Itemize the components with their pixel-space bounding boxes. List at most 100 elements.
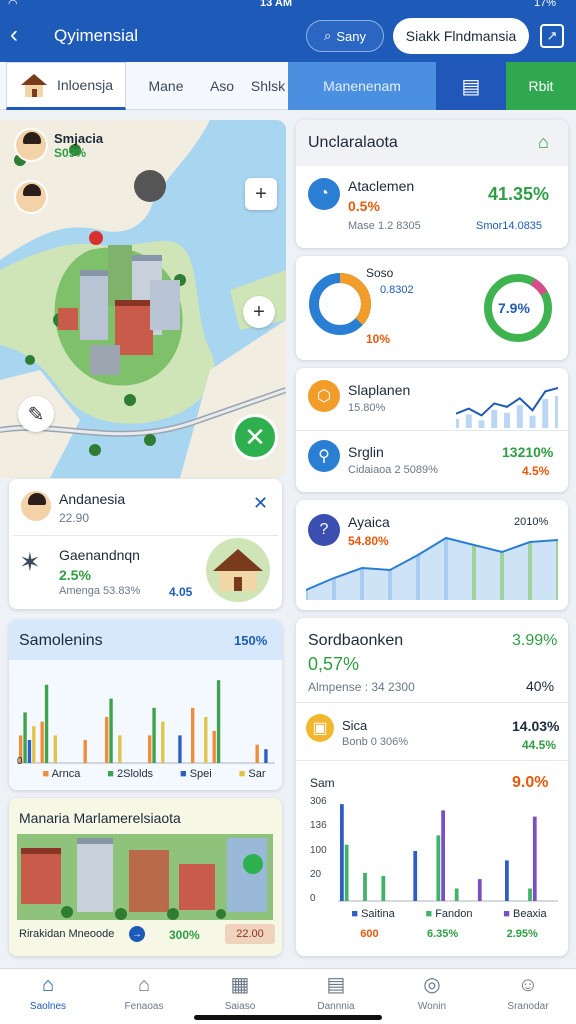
divider bbox=[296, 702, 568, 703]
footer-value: 300% bbox=[169, 928, 200, 942]
compass-icon: ◎ bbox=[423, 974, 441, 996]
nav-label: Dannnia bbox=[317, 1001, 355, 1012]
arrow-right-icon[interactable]: → bbox=[129, 926, 145, 942]
wifi-icon: ◠ bbox=[8, 0, 18, 10]
sparkline-bar bbox=[478, 420, 485, 428]
chart-bar bbox=[32, 726, 36, 763]
page-title: Qyimensial bbox=[54, 26, 139, 45]
tab-manenenam[interactable]: Manenenam bbox=[288, 62, 436, 110]
city-card[interactable]: Manaria Marlamerelsiaota Rirakidan Mneoo… bbox=[9, 798, 282, 956]
sparkline-bar bbox=[504, 412, 510, 428]
subtitle-value: 40% bbox=[526, 678, 555, 694]
legend-item: ■ Arnca bbox=[42, 768, 81, 780]
tab-calendar[interactable]: ▤ bbox=[436, 62, 506, 110]
chart-bar bbox=[191, 707, 195, 763]
user-name: Smjacia bbox=[54, 130, 104, 146]
row-pct: 0.5% bbox=[348, 198, 380, 214]
row-name: Sica bbox=[342, 718, 368, 733]
divider bbox=[296, 760, 568, 761]
chart-bar bbox=[109, 698, 113, 763]
search-button[interactable]: ⌕ Sany bbox=[306, 20, 384, 52]
avatar[interactable] bbox=[14, 180, 48, 214]
row-sub: Cidaiaoa 2 5089% bbox=[348, 464, 438, 476]
nav-label: Sranodar bbox=[507, 1001, 549, 1012]
home-icon: ⌂ bbox=[41, 974, 55, 996]
nav-label: Saolnes bbox=[29, 1001, 67, 1012]
row-value: 15.80% bbox=[348, 402, 386, 414]
nav-item-profile[interactable]: ☺ Sranodar bbox=[480, 973, 576, 1012]
chart-bar bbox=[204, 717, 208, 763]
home-icon[interactable]: ⌂ bbox=[538, 132, 549, 153]
y-tick: 136 bbox=[310, 820, 327, 832]
chart-title-value: 9.0% bbox=[512, 774, 549, 791]
user-value: S09% bbox=[54, 145, 87, 160]
map-view[interactable]: Smjacia S09% + + ✎ ✕ bbox=[0, 120, 286, 478]
search-label: Sany bbox=[336, 28, 366, 44]
inbox-icon: ▤ bbox=[326, 974, 346, 996]
divider bbox=[13, 535, 278, 536]
calendar-icon: ▦ bbox=[230, 974, 250, 996]
row-name: Srglin bbox=[348, 444, 384, 460]
chart-bar bbox=[83, 740, 87, 763]
legend-item: ■ Fandon bbox=[425, 908, 473, 920]
chart-legend: ■ Arnca ■ 2Slolds ■ Spei ■ Sar bbox=[29, 768, 279, 780]
navigate-icon[interactable]: ✕ bbox=[232, 414, 278, 460]
hexagon-icon: ⬡ bbox=[308, 380, 340, 412]
nav-item-inbox[interactable]: ▤ Dannnia bbox=[288, 973, 384, 1012]
tab-inloensja[interactable]: Inloensja bbox=[6, 62, 126, 110]
chart-bar bbox=[255, 744, 259, 763]
right-value: 2010% bbox=[514, 516, 549, 528]
legend-item: ■ Sar bbox=[238, 768, 266, 780]
sparkline-bar bbox=[542, 399, 549, 428]
footer-right-badge: 22.00 bbox=[225, 924, 275, 944]
chart-bar bbox=[44, 684, 49, 763]
building-icon: ⌂ bbox=[137, 974, 151, 996]
nav-item-places[interactable]: ⌂ Fenaoas bbox=[96, 973, 192, 1012]
area-bar bbox=[528, 542, 532, 600]
area-bar bbox=[306, 590, 308, 600]
tab-shlsk[interactable]: Shlsk bbox=[248, 62, 288, 110]
app-header: ‹ Qyimensial ⌕ Sany Siakk Flndmansia ↗ bbox=[0, 10, 576, 62]
card-value: 150% bbox=[234, 633, 268, 648]
add-marker-button[interactable]: + bbox=[243, 296, 275, 328]
item-sub: Amenga 53.83% bbox=[59, 585, 141, 597]
row-right-sub: 4.5% bbox=[522, 464, 550, 478]
chart-bar bbox=[381, 876, 386, 901]
value-big: 0,57% bbox=[308, 654, 360, 674]
chart-bar bbox=[216, 680, 221, 763]
edit-icon[interactable]: ✎ bbox=[18, 396, 54, 432]
nav-label: Fenaoas bbox=[124, 1001, 164, 1012]
tab-mane[interactable]: Mane bbox=[136, 62, 196, 110]
area-bar bbox=[472, 545, 476, 600]
status-time: 13 AM bbox=[260, 0, 292, 9]
footer-value: 6.35% bbox=[426, 928, 459, 940]
donut-value-1: 0.8302 bbox=[380, 284, 414, 296]
compass-icon: ✶ bbox=[19, 547, 41, 577]
sparkline-bar bbox=[491, 409, 498, 428]
map-user-card[interactable]: Smjacia S09% bbox=[14, 128, 103, 162]
tab-rbit[interactable]: Rbit bbox=[506, 62, 576, 110]
y-tick: 0 bbox=[310, 893, 316, 904]
area-bar bbox=[444, 538, 448, 600]
nav-item-explore[interactable]: ◎ Wonin bbox=[384, 973, 480, 1012]
wallet-icon: ▣ bbox=[306, 714, 334, 742]
chart-bar bbox=[454, 888, 459, 901]
tab-aso[interactable]: Aso bbox=[196, 62, 248, 110]
region-pill-button[interactable]: Siakk Flndmansia bbox=[393, 18, 529, 54]
chart-bar bbox=[161, 721, 165, 763]
sparkline-chart bbox=[456, 387, 558, 428]
close-icon[interactable]: ✕ bbox=[253, 493, 268, 514]
nav-item-reports[interactable]: ▦ Saiaso bbox=[192, 973, 288, 1012]
item-value: 2.5% bbox=[59, 567, 91, 583]
chart-bar bbox=[532, 816, 537, 901]
back-button[interactable]: ‹ bbox=[10, 22, 32, 48]
share-icon[interactable]: ↗ bbox=[540, 24, 564, 48]
chart-bar bbox=[477, 879, 482, 901]
row-sub: Bonb 0 306% bbox=[342, 736, 409, 748]
card-title: Sordbaonken bbox=[308, 632, 404, 649]
zoom-in-button[interactable]: + bbox=[245, 178, 277, 210]
chart-bar bbox=[23, 712, 27, 763]
row-name: Ataclemen bbox=[348, 178, 415, 194]
nav-item-home[interactable]: ⌂ Saolnes bbox=[0, 973, 96, 1012]
legend-item: ■ Saitina bbox=[351, 908, 395, 920]
